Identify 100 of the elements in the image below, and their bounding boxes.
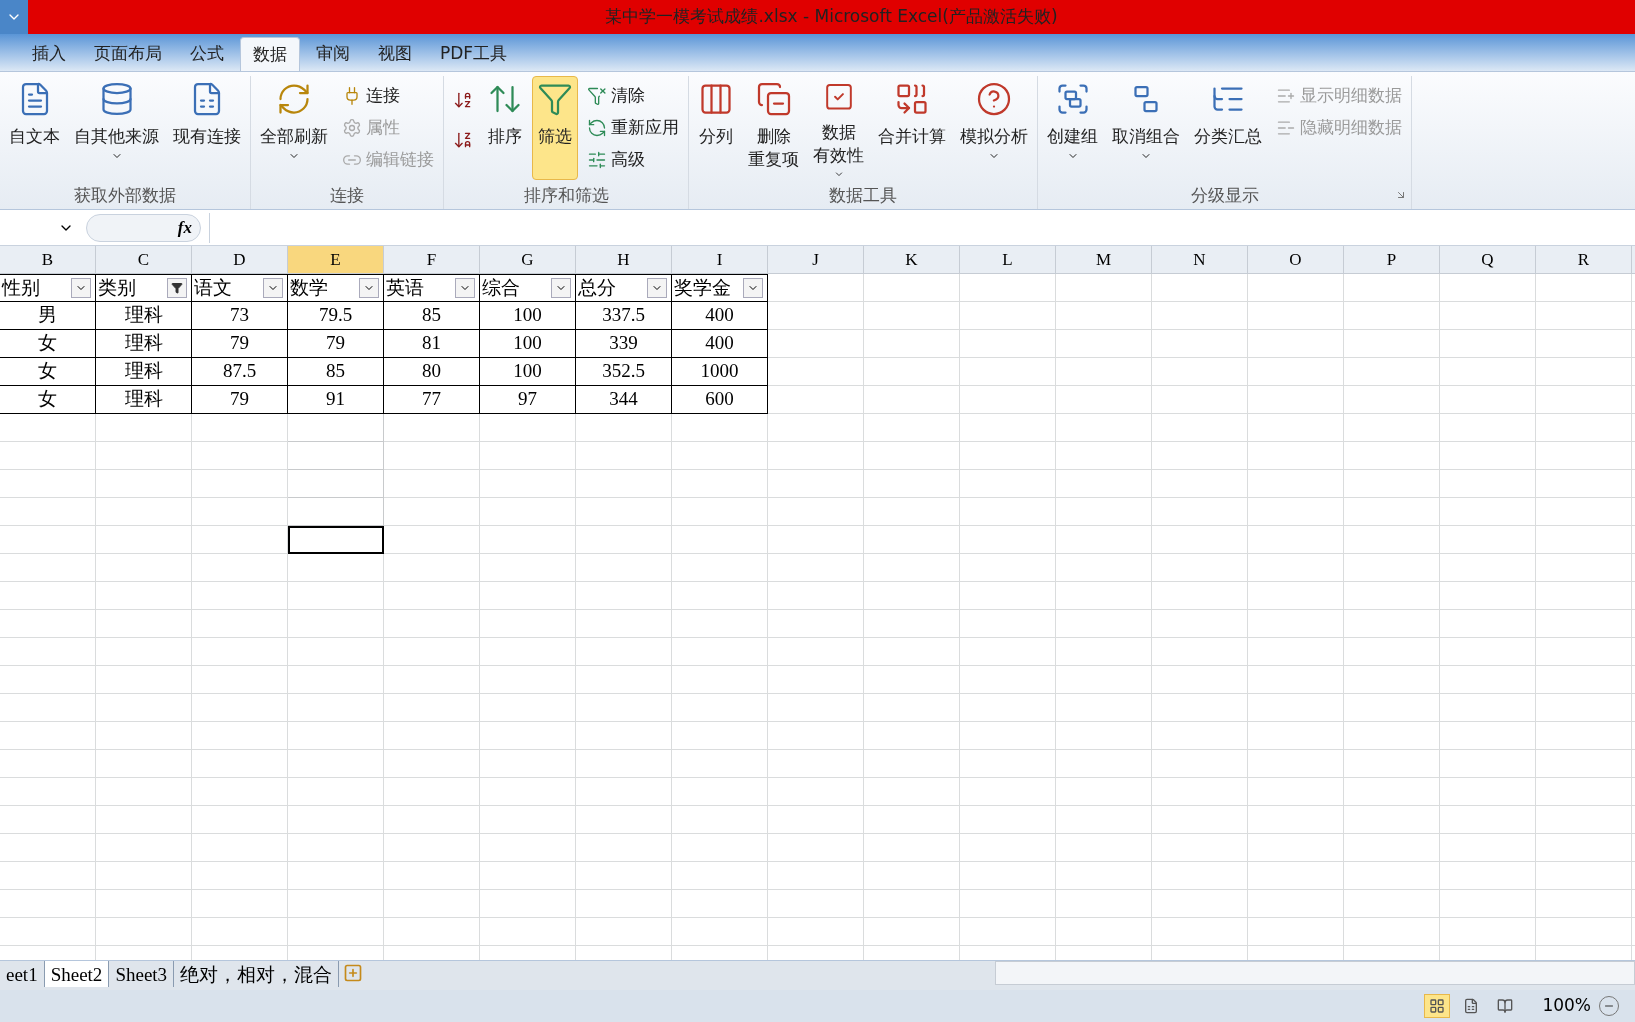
insert-function-button[interactable]: fx	[177, 214, 192, 241]
ribbon-button[interactable]: 数据 有效性	[808, 76, 869, 180]
ribbon-button[interactable]: 自文本	[4, 76, 65, 180]
ribbon-button[interactable]: 全部刷新	[255, 76, 333, 180]
grid-cell[interactable]	[288, 414, 384, 442]
ribbon-button[interactable]: 排序	[482, 76, 528, 180]
table-cell: 91	[288, 386, 384, 414]
table-cell: 339	[576, 330, 672, 358]
table-cell: 理科	[96, 386, 192, 414]
table-cell: 85	[288, 358, 384, 386]
grid-cell[interactable]	[288, 498, 384, 526]
column-header[interactable]: Q	[1440, 246, 1536, 273]
ribbon-button[interactable]: 创建组	[1042, 76, 1103, 180]
active-cell[interactable]	[288, 526, 384, 554]
reapply-icon	[587, 118, 607, 138]
column-header[interactable]: E	[288, 246, 384, 273]
table-cell: 97	[480, 386, 576, 414]
table-cell: 理科	[96, 358, 192, 386]
clear-filter-icon	[587, 86, 607, 106]
view-button[interactable]	[1424, 994, 1451, 1018]
column-header[interactable]: C	[96, 246, 192, 273]
table-cell: 79	[288, 330, 384, 358]
ribbon-tab[interactable]: 页面布局	[82, 37, 174, 71]
page-icon	[1463, 998, 1480, 1014]
header-label: 英语	[386, 275, 424, 300]
table-cell: 理科	[96, 302, 192, 330]
remove-duplicates-icon	[755, 81, 792, 117]
table-cell: 79	[192, 330, 288, 358]
zoom-level: 100%	[1542, 994, 1591, 1018]
table-cell: 1000	[672, 358, 768, 386]
column-header[interactable]: I	[672, 246, 768, 273]
ribbon-button[interactable]: 删除 重复项	[743, 76, 804, 180]
table-cell: 79	[192, 386, 288, 414]
sliders-icon	[587, 150, 607, 170]
table-cell: 400	[672, 302, 768, 330]
ribbon-group-label: 分级显示	[1190, 184, 1259, 208]
column-header[interactable]: K	[864, 246, 960, 273]
column-header[interactable]: L	[960, 246, 1056, 273]
ribbon-group-label: 连接	[330, 184, 364, 208]
ribbon-tab[interactable]: 公式	[178, 37, 236, 71]
ribbon-button[interactable]: 现有连接	[168, 76, 246, 180]
ribbon-button[interactable]: 模拟分析	[955, 76, 1033, 180]
ribbon-button[interactable]: 自其他来源	[69, 76, 164, 180]
ribbon-button[interactable]: 连接	[337, 80, 439, 112]
grid-cell[interactable]	[288, 470, 384, 498]
horizontal-scrollbar[interactable]	[995, 961, 1635, 985]
ribbon-group-label: 数据工具	[829, 184, 897, 208]
column-header[interactable]: B	[0, 246, 96, 273]
ribbon-button[interactable]: 取消组合	[1107, 76, 1185, 180]
combine-icon	[894, 81, 930, 117]
ribbon-tab[interactable]: 数据	[240, 37, 300, 71]
table-cell: 80	[384, 358, 480, 386]
header-label: 性别	[2, 275, 40, 300]
column-header[interactable]: M	[1056, 246, 1152, 273]
ribbon-tab[interactable]: PDF工具	[428, 37, 520, 71]
column-header[interactable]: O	[1248, 246, 1344, 273]
column-header[interactable]: G	[480, 246, 576, 273]
header-label: 数学	[290, 275, 328, 300]
ribbon-button[interactable]: 高级	[582, 144, 684, 176]
funnel-icon	[537, 81, 573, 117]
grid-cell[interactable]	[288, 442, 384, 470]
header-label: 综合	[482, 275, 520, 300]
table-cell: 女	[0, 386, 96, 414]
ribbon-tab[interactable]: 插入	[20, 37, 78, 71]
column-header[interactable]: R	[1536, 246, 1632, 273]
column-header[interactable]: P	[1344, 246, 1440, 273]
table-cell: 87.5	[192, 358, 288, 386]
column-header[interactable]: N	[1152, 246, 1248, 273]
ribbon-button[interactable]: 清除	[582, 80, 684, 112]
table-cell: 女	[0, 358, 96, 386]
ribbon-button[interactable]: 重新应用	[582, 112, 684, 144]
ribbon-button[interactable]: 合并计算	[873, 76, 951, 180]
ribbon-group-label: 获取外部数据	[74, 184, 176, 208]
filter-dropdown-button[interactable]	[167, 278, 187, 298]
ribbon-button[interactable]: 分列	[693, 76, 739, 180]
column-header[interactable]: H	[576, 246, 672, 273]
table-cell: 100	[480, 302, 576, 330]
column-header[interactable]: J	[768, 246, 864, 273]
header-label: 类别	[98, 275, 136, 300]
sort-descending-icon	[453, 130, 473, 150]
ribbon-tab[interactable]: 视图	[366, 37, 424, 71]
header-label: 语文	[194, 275, 232, 300]
table-cell: 400	[672, 330, 768, 358]
table-cell: 81	[384, 330, 480, 358]
ribbon-button[interactable]: 筛选	[532, 76, 578, 180]
window-title: 某中学一模考试成绩.xlsx - Microsoft Excel(产品激活失败)	[605, 5, 1058, 29]
column-header[interactable]: F	[384, 246, 480, 273]
sort-ascending-icon	[453, 90, 473, 110]
table-cell: 344	[576, 386, 672, 414]
refresh-icon	[276, 81, 312, 117]
sheet-tab[interactable]: Sheet2	[44, 961, 110, 987]
ribbon-tab[interactable]: 审阅	[304, 37, 362, 71]
table-cell: 85	[384, 302, 480, 330]
table-cell: 73	[192, 302, 288, 330]
ribbon-group-label: 排序和筛选	[523, 184, 609, 208]
ribbon-button[interactable]: 分类汇总	[1189, 76, 1267, 180]
dialog-launcher-icon[interactable]	[1395, 189, 1407, 201]
table-cell: 337.5	[576, 302, 672, 330]
insert-sheet-icon[interactable]	[343, 963, 364, 983]
table-cell: 77	[384, 386, 480, 414]
